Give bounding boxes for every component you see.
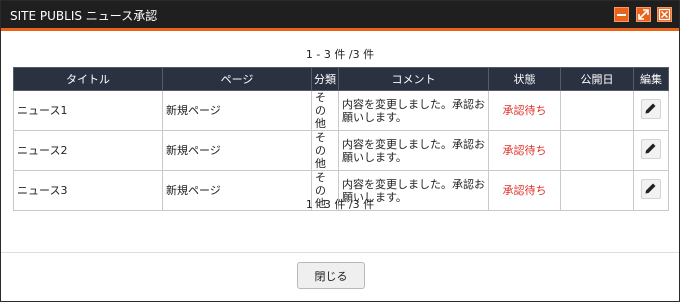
edit-button[interactable] bbox=[641, 139, 661, 159]
cell-edit bbox=[633, 90, 669, 131]
pagination-info-top: 1 - 3 件 /3 件 bbox=[305, 48, 375, 61]
pencil-icon bbox=[645, 143, 656, 154]
pagination-info-bottom: 1 - 3 件 /3 件 bbox=[305, 198, 375, 211]
edit-button[interactable] bbox=[641, 99, 661, 119]
minimize-icon bbox=[617, 14, 626, 16]
footer-divider bbox=[1, 252, 679, 253]
column-header-status[interactable]: 状態 bbox=[488, 67, 561, 91]
table-row: ニュース1 新規ページ その他 内容を変更しました。承認お願いします。 承認待ち bbox=[13, 90, 669, 131]
cell-edit bbox=[633, 130, 669, 171]
cell-published bbox=[560, 130, 634, 171]
cell-category: その他 bbox=[311, 90, 339, 131]
cell-page: 新規ページ bbox=[162, 90, 312, 131]
maximize-button[interactable] bbox=[636, 7, 651, 22]
column-header-published[interactable]: 公開日 bbox=[560, 67, 634, 91]
cell-title: ニュース2 bbox=[13, 130, 163, 171]
cell-published bbox=[560, 90, 634, 131]
cell-status: 承認待ち bbox=[488, 130, 561, 171]
column-header-comment[interactable]: コメント bbox=[338, 67, 489, 91]
news-table: タイトル ページ 分類 コメント 状態 公開日 編集 ニュース1 新規ページ そ… bbox=[13, 67, 669, 211]
cell-comment: 内容を変更しました。承認お願いします。 bbox=[338, 130, 489, 171]
column-header-page[interactable]: ページ bbox=[162, 67, 312, 91]
column-header-title[interactable]: タイトル bbox=[13, 67, 163, 91]
cell-comment: 内容を変更しました。承認お願いします。 bbox=[338, 90, 489, 131]
table-header-row: タイトル ページ 分類 コメント 状態 公開日 編集 bbox=[13, 67, 669, 91]
cell-page: 新規ページ bbox=[162, 130, 312, 171]
close-window-button[interactable] bbox=[657, 7, 672, 22]
maximize-icon bbox=[638, 9, 649, 20]
column-header-category[interactable]: 分類 bbox=[311, 67, 339, 91]
column-header-edit: 編集 bbox=[633, 67, 669, 91]
close-button[interactable]: 閉じる bbox=[297, 262, 365, 289]
cell-status: 承認待ち bbox=[488, 90, 561, 131]
cell-title: ニュース1 bbox=[13, 90, 163, 131]
minimize-button[interactable] bbox=[614, 7, 629, 22]
pencil-icon bbox=[645, 103, 656, 114]
pencil-icon bbox=[645, 183, 656, 194]
close-icon bbox=[658, 8, 671, 21]
title-bar[interactable]: SITE PUBLIS ニュース承認 bbox=[1, 1, 679, 31]
cell-category: その他 bbox=[311, 130, 339, 171]
window-title: SITE PUBLIS ニュース承認 bbox=[10, 9, 158, 23]
table-row: ニュース2 新規ページ その他 内容を変更しました。承認お願いします。 承認待ち bbox=[13, 130, 669, 171]
news-approval-dialog: SITE PUBLIS ニュース承認 1 - 3 件 /3 件 タイトル ページ… bbox=[0, 0, 680, 302]
